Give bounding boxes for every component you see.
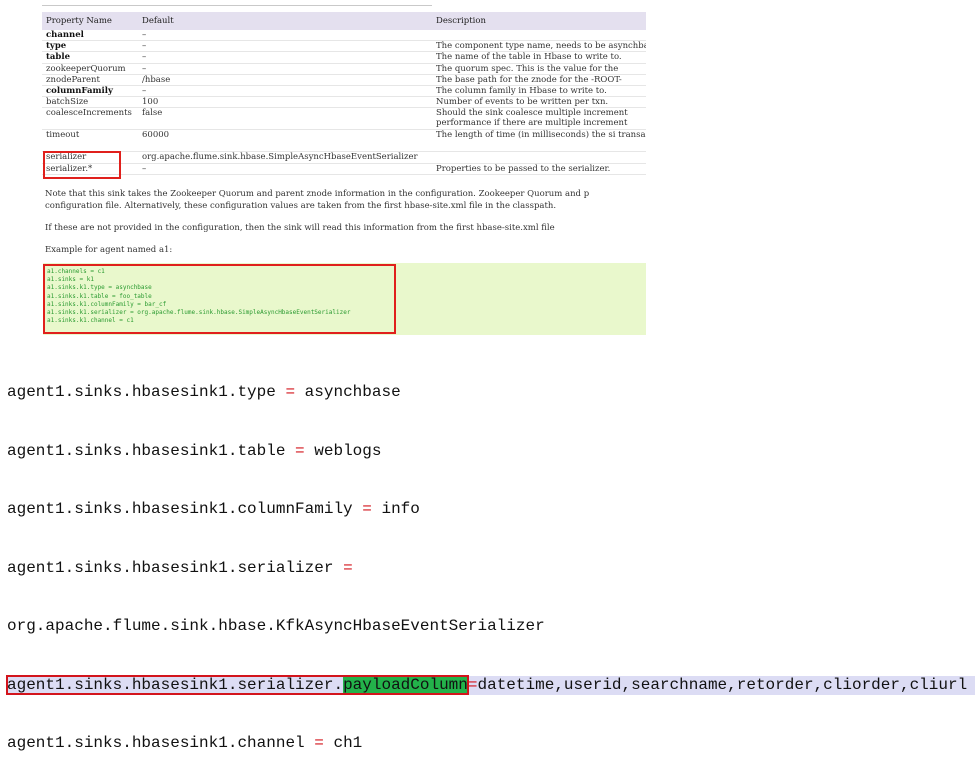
payloadcolumn-key-box: agent1.sinks.hbasesink1.serializer.paylo…: [6, 674, 469, 695]
property-name: zookeeperQuorum: [42, 63, 138, 75]
property-default: –: [138, 163, 432, 175]
header-description: Description: [432, 12, 646, 30]
config-line-table: agent1.sinks.hbasesink1.table = weblogs: [7, 441, 382, 460]
property-name: coalesceIncrements: [42, 107, 138, 131]
property-default: false: [138, 107, 432, 131]
table-row: znodeParent /hbase The base path for the…: [42, 74, 646, 86]
table-row: timeout 60000 The length of time (in mil…: [42, 129, 646, 153]
property-description: The base path for the znode for the -ROO…: [432, 74, 646, 86]
property-name: znodeParent: [42, 74, 138, 86]
top-divider: [42, 5, 432, 6]
config-line-serializer-class: org.apache.flume.sink.hbase.KfkAsyncHbas…: [7, 617, 545, 635]
config-line-channel: agent1.sinks.hbasesink1.channel = ch1: [7, 734, 363, 752]
property-description: The length of time (in milliseconds) the…: [432, 129, 646, 153]
property-name: channel: [42, 30, 138, 42]
table-row: type – The component type name, needs to…: [42, 40, 646, 53]
property-description: Properties to be passed to the serialize…: [432, 163, 646, 175]
payloadcolumn-highlight: payloadColumn: [343, 675, 468, 694]
property-default: /hbase: [138, 74, 432, 86]
config-line-serializer: agent1.sinks.hbasesink1.serializer =: [7, 558, 353, 577]
table-row: serializer.* – Properties to be passed t…: [42, 163, 646, 175]
table-row: zookeeperQuorum – The quorum spec. This …: [42, 63, 646, 75]
property-default: –: [138, 40, 432, 53]
property-table-container: Property Name Default Description channe…: [42, 12, 646, 180]
property-description: The column family in Hbase to write to.: [432, 85, 646, 98]
property-description: The name of the table in Hbase to write …: [432, 51, 646, 64]
table-row: coalesceIncrements false Should the sink…: [42, 107, 646, 131]
note-line-3: If these are not provided in the configu…: [45, 223, 555, 233]
property-description: Should the sink coalesce multiple increm…: [432, 107, 646, 131]
property-name: timeout: [42, 129, 138, 153]
property-description: The quorum spec. This is the value for t…: [432, 63, 646, 75]
property-description: [432, 151, 646, 164]
table-row: table – The name of the table in Hbase t…: [42, 51, 646, 64]
note-line-2: configuration file. Alternatively, these…: [45, 201, 557, 211]
property-name: batchSize: [42, 96, 138, 109]
property-description: [432, 30, 646, 42]
agent-config-listing: agent1.sinks.hbasesink1.type = asynchbas…: [6, 344, 975, 773]
property-name: type: [42, 40, 138, 53]
property-table: Property Name Default Description channe…: [42, 12, 646, 175]
header-property-name: Property Name: [42, 12, 138, 30]
property-default: –: [138, 85, 432, 98]
property-default: –: [138, 51, 432, 64]
table-row: channel –: [42, 30, 646, 42]
example-highlight-box: [43, 264, 396, 334]
table-header-row: Property Name Default Description: [42, 12, 646, 30]
config-line-payloadcolumn: agent1.sinks.hbasesink1.serializer.paylo…: [6, 674, 975, 695]
property-name: columnFamily: [42, 85, 138, 98]
note-line-1: Note that this sink takes the Zookeeper …: [45, 189, 590, 199]
property-description: Number of events to be written per txn.: [432, 96, 646, 109]
table-row: serializer org.apache.flume.sink.hbase.S…: [42, 151, 646, 164]
table-row: columnFamily – The column family in Hbas…: [42, 85, 646, 98]
property-name: table: [42, 51, 138, 64]
serializer-highlight-box: [43, 151, 121, 179]
property-default: 100: [138, 96, 432, 109]
property-default: 60000: [138, 129, 432, 153]
header-default: Default: [138, 12, 432, 30]
table-row: batchSize 100 Number of events to be wri…: [42, 96, 646, 109]
property-description: The component type name, needs to be asy…: [432, 40, 646, 53]
property-default: –: [138, 63, 432, 75]
config-line-type: agent1.sinks.hbasesink1.type = asynchbas…: [7, 383, 401, 401]
property-default: –: [138, 30, 432, 42]
property-default: org.apache.flume.sink.hbase.SimpleAsyncH…: [138, 151, 432, 164]
config-line-columnfamily: agent1.sinks.hbasesink1.columnFamily = i…: [7, 500, 420, 518]
example-heading: Example for agent named a1:: [45, 245, 173, 255]
